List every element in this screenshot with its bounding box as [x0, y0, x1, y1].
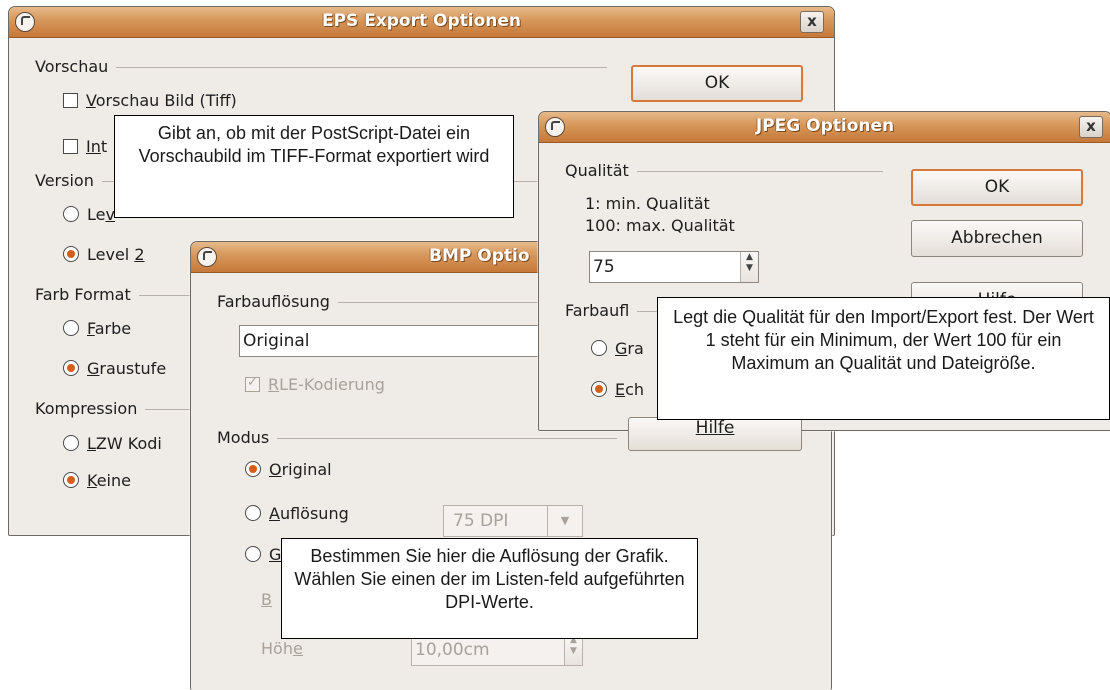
- jpeg-quality-value: 75: [593, 257, 615, 277]
- jpeg-quality-header-label: Qualität: [565, 161, 629, 180]
- bmp-resolution-tooltip: Bestimmen Sie hier die Auflösung der Gra…: [281, 538, 698, 639]
- eps-dialog-title: EPS Export Optionen: [321, 11, 522, 31]
- spin-buttons-icon[interactable]: ▲ ▼: [740, 252, 758, 282]
- eps-version-header-label: Version: [35, 171, 94, 190]
- bmp-mode-original-label: riginal: [281, 460, 332, 479]
- jpeg-dialog-title: JPEG Optionen: [755, 116, 895, 136]
- mnemonic: F: [87, 319, 95, 338]
- eps-lzw-label: ZW Kodi: [95, 434, 162, 453]
- jpeg-color-res-header-label: Farbaufl: [565, 301, 630, 320]
- radio-selected-icon[interactable]: [63, 360, 79, 376]
- eps-interchange-label: t: [100, 137, 108, 156]
- bmp-mode-header-label: Modus: [217, 428, 270, 447]
- jpeg-close-button[interactable]: x: [1079, 116, 1103, 138]
- mnemonic: In: [86, 137, 101, 156]
- bmp-resolution-value: 75 DPI: [453, 511, 509, 531]
- eps-grayscale-label: raustufe: [99, 359, 167, 378]
- mnemonic: O: [269, 460, 282, 479]
- radio-selected-icon[interactable]: [63, 246, 79, 262]
- bmp-rle-label: LE-Kodierung: [279, 375, 385, 394]
- eps-preview-group-header: Vorschau: [35, 57, 607, 76]
- mnemonic: B: [261, 590, 272, 609]
- jpeg-truecolor-radio[interactable]: Ech: [591, 380, 644, 399]
- eps-ok-button[interactable]: OK: [631, 65, 803, 102]
- radio-icon[interactable]: [63, 435, 79, 451]
- radio-selected-icon[interactable]: [63, 472, 79, 488]
- eps-preview-tiff-label: orschau Bild (Tiff): [95, 91, 237, 110]
- bmp-resolution-dropdown[interactable]: 75 DPI ▼: [443, 505, 583, 537]
- eps-none-label: eine: [96, 471, 131, 490]
- eps-level1-label: Le: [87, 205, 106, 224]
- window-menu-icon[interactable]: [197, 247, 217, 267]
- eps-preview-tooltip: Gibt an, ob mit der PostScript-Datei ein…: [114, 115, 514, 218]
- radio-icon[interactable]: [245, 505, 261, 521]
- mnemonic: G: [615, 339, 628, 358]
- bmp-mode-original-radio[interactable]: Original: [245, 460, 332, 479]
- bmp-width-label: B: [261, 590, 272, 609]
- jpeg-grayscale-radio[interactable]: Gra: [591, 339, 644, 358]
- chevron-down-icon[interactable]: ▼: [547, 506, 582, 536]
- bmp-mode-resolution-radio[interactable]: Auflösung: [245, 504, 349, 523]
- spin-buttons-icon[interactable]: ▲ ▼: [564, 635, 582, 665]
- eps-lzw-radio[interactable]: LZW Kodi: [63, 434, 162, 453]
- mnemonic: K: [87, 471, 97, 490]
- jpeg-quality-spinfield[interactable]: 75 ▲ ▼: [589, 251, 759, 283]
- jpeg-quality-group-header: Qualität: [565, 161, 883, 180]
- eps-compression-header-label: Kompression: [35, 399, 138, 418]
- jpeg-ok-button[interactable]: OK: [911, 169, 1083, 206]
- eps-compression-group-header: Kompression: [35, 399, 195, 418]
- mnemonic: e: [292, 639, 303, 658]
- mnemonic: R: [268, 375, 280, 394]
- bmp-color-res-group-header: Farbauflösung: [217, 292, 557, 311]
- mnemonic: V: [86, 91, 96, 110]
- jpeg-truecolor-label: ch: [625, 380, 645, 399]
- checkbox-checked-icon[interactable]: [245, 375, 260, 392]
- checkbox-icon[interactable]: [63, 93, 78, 108]
- eps-level1-radio[interactable]: Lev: [63, 205, 115, 224]
- jpeg-quality-min-text: 1: min. Qualität: [585, 194, 710, 213]
- mnemonic: G: [269, 545, 282, 564]
- jpeg-quality-max-text: 100: max. Qualität: [585, 216, 735, 235]
- bmp-color-res-combobox[interactable]: Original: [239, 325, 569, 357]
- eps-level2-label: Level: [87, 245, 135, 264]
- eps-interchange-checkbox[interactable]: Int: [63, 137, 107, 156]
- eps-color-header-label: Farb Format: [35, 285, 131, 304]
- eps-close-button[interactable]: x: [800, 11, 824, 33]
- bmp-rle-checkbox[interactable]: RLE-Kodierung: [245, 375, 385, 394]
- eps-grayscale-radio[interactable]: Graustufe: [63, 359, 166, 378]
- mnemonic: A: [269, 504, 280, 523]
- bmp-help-label: Hilfe: [695, 418, 735, 438]
- eps-title-bar[interactable]: EPS Export Optionen x: [9, 7, 834, 38]
- radio-icon[interactable]: [245, 546, 261, 562]
- radio-icon[interactable]: [591, 340, 607, 356]
- eps-color-radio[interactable]: Farbe: [63, 319, 131, 338]
- radio-icon[interactable]: [63, 206, 79, 222]
- bmp-height-value: 10,00cm: [415, 640, 490, 660]
- bmp-help-button[interactable]: Hilfe: [628, 417, 802, 451]
- radio-selected-icon[interactable]: [591, 381, 607, 397]
- jpeg-grayscale-label: ra: [627, 339, 644, 358]
- bmp-mode-size-radio[interactable]: G: [245, 545, 281, 564]
- eps-level2-radio[interactable]: Level 2: [63, 245, 145, 264]
- radio-selected-icon[interactable]: [245, 461, 261, 477]
- bmp-mode-resolution-label: uflösung: [279, 504, 349, 523]
- eps-color-label: arbe: [94, 319, 132, 338]
- eps-color-group-header: Farb Format: [35, 285, 195, 304]
- bmp-color-res-header-label: Farbauflösung: [217, 292, 330, 311]
- eps-none-radio[interactable]: Keine: [63, 471, 131, 490]
- mnemonic: E: [615, 380, 626, 399]
- checkbox-icon[interactable]: [63, 139, 78, 154]
- mnemonic: L: [87, 434, 96, 453]
- jpeg-cancel-button[interactable]: Abbrechen: [911, 220, 1083, 257]
- jpeg-title-bar[interactable]: JPEG Optionen x: [539, 112, 1110, 143]
- bmp-height-label: Höhe: [261, 639, 303, 658]
- bmp-height-label-text: Höh: [261, 639, 293, 658]
- eps-preview-header-label: Vorschau: [35, 57, 109, 76]
- mnemonic: G: [87, 359, 100, 378]
- mnemonic: 2: [134, 245, 145, 264]
- eps-preview-tiff-checkbox[interactable]: Vorschau Bild (Tiff): [63, 91, 237, 110]
- radio-icon[interactable]: [63, 320, 79, 336]
- jpeg-quality-tooltip: Legt die Qualität für den Import/Export …: [657, 297, 1110, 420]
